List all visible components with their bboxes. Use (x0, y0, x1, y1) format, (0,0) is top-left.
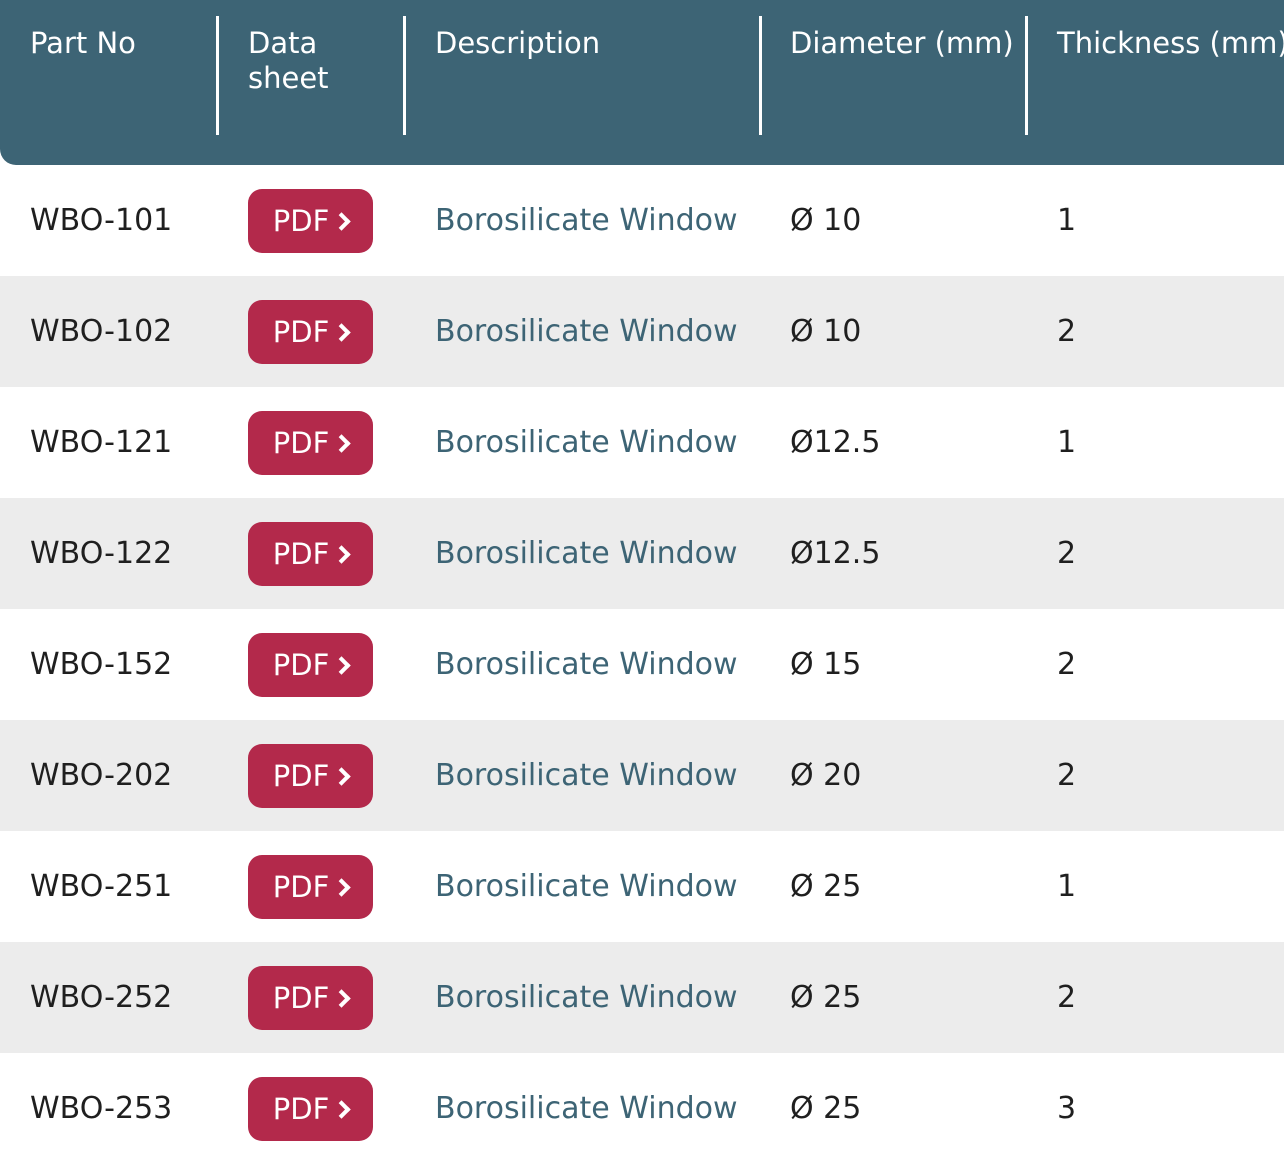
thickness-value: 2 (1057, 758, 1077, 793)
part-number: WBO-202 (30, 758, 173, 793)
header-divider (1025, 16, 1028, 135)
pdf-button-label: PDF (272, 980, 330, 1015)
data-sheet-cell: PDF (248, 276, 373, 387)
thickness-value: 2 (1057, 314, 1077, 349)
table-row: WBO-251 PDF Borosilicate Window Ø 25 1 (0, 831, 1284, 942)
pdf-button-label: PDF (272, 869, 330, 904)
pdf-datasheet-button[interactable]: PDF (248, 521, 373, 586)
diameter-value: Ø 25 (790, 1091, 862, 1126)
table-row: WBO-253 PDF Borosilicate Window Ø 25 3 (0, 1053, 1284, 1164)
thickness-value: 1 (1057, 203, 1077, 238)
thickness-value: 1 (1057, 869, 1077, 904)
table-row: WBO-121 PDF Borosilicate Window Ø12.5 1 (0, 387, 1284, 498)
data-sheet-cell: PDF (248, 387, 373, 498)
part-number: WBO-121 (30, 425, 173, 460)
diameter-value: Ø 10 (790, 203, 862, 238)
description-link[interactable]: Borosilicate Window (435, 1053, 738, 1164)
chevron-right-icon (332, 544, 351, 564)
thickness-value: 2 (1057, 536, 1077, 571)
diameter-value: Ø12.5 (790, 425, 881, 460)
diameter-value: Ø 25 (790, 869, 862, 904)
pdf-button-label: PDF (272, 1091, 330, 1126)
pdf-datasheet-button[interactable]: PDF (248, 1076, 373, 1141)
chevron-right-icon (332, 322, 351, 342)
pdf-button-label: PDF (272, 647, 330, 682)
data-sheet-cell: PDF (248, 165, 373, 276)
chevron-right-icon (332, 1099, 351, 1119)
pdf-datasheet-button[interactable]: PDF (248, 965, 373, 1030)
chevron-right-icon (332, 766, 351, 786)
diameter-value: Ø 15 (790, 647, 862, 682)
pdf-datasheet-button[interactable]: PDF (248, 632, 373, 697)
pdf-datasheet-button[interactable]: PDF (248, 743, 373, 808)
pdf-datasheet-button[interactable]: PDF (248, 854, 373, 919)
pdf-button-label: PDF (272, 425, 330, 460)
table-header: Part No Data sheet Description Diameter … (0, 0, 1284, 165)
description-link[interactable]: Borosilicate Window (435, 831, 738, 942)
header-diameter: Diameter (mm) (790, 26, 1014, 60)
thickness-value: 2 (1057, 980, 1077, 1015)
header-divider (216, 16, 219, 135)
chevron-right-icon (332, 433, 351, 453)
table-row: WBO-202 PDF Borosilicate Window Ø 20 2 (0, 720, 1284, 831)
thickness-value: 1 (1057, 425, 1077, 460)
header-part-no: Part No (30, 26, 136, 60)
part-number: WBO-101 (30, 203, 173, 238)
pdf-button-label: PDF (272, 758, 330, 793)
header-thickness: Thickness (mm) (1057, 26, 1284, 60)
pdf-datasheet-button[interactable]: PDF (248, 188, 373, 253)
table-row: WBO-122 PDF Borosilicate Window Ø12.5 2 (0, 498, 1284, 609)
thickness-value: 2 (1057, 647, 1077, 682)
header-description: Description (435, 26, 601, 60)
description-link[interactable]: Borosilicate Window (435, 165, 738, 276)
thickness-value: 3 (1057, 1091, 1077, 1126)
data-sheet-cell: PDF (248, 1053, 373, 1164)
part-number: WBO-152 (30, 647, 173, 682)
data-sheet-cell: PDF (248, 831, 373, 942)
table-row: WBO-101 PDF Borosilicate Window Ø 10 1 (0, 165, 1284, 276)
part-number: WBO-252 (30, 980, 173, 1015)
header-data-sheet: Data sheet (248, 26, 329, 95)
table-body: WBO-101 PDF Borosilicate Window Ø 10 1 WBO-10… (0, 165, 1284, 1164)
pdf-datasheet-button[interactable]: PDF (248, 299, 373, 364)
diameter-value: Ø 25 (790, 980, 862, 1015)
data-sheet-cell: PDF (248, 720, 373, 831)
chevron-right-icon (332, 877, 351, 897)
chevron-right-icon (332, 211, 351, 231)
chevron-right-icon (332, 655, 351, 675)
description-link[interactable]: Borosilicate Window (435, 609, 738, 720)
data-sheet-cell: PDF (248, 609, 373, 720)
description-link[interactable]: Borosilicate Window (435, 720, 738, 831)
part-number: WBO-253 (30, 1091, 173, 1126)
part-number: WBO-102 (30, 314, 173, 349)
header-divider (759, 16, 762, 135)
description-link[interactable]: Borosilicate Window (435, 387, 738, 498)
pdf-datasheet-button[interactable]: PDF (248, 410, 373, 475)
diameter-value: Ø12.5 (790, 536, 881, 571)
header-divider (403, 16, 406, 135)
part-number: WBO-251 (30, 869, 173, 904)
description-link[interactable]: Borosilicate Window (435, 942, 738, 1053)
table-row: WBO-252 PDF Borosilicate Window Ø 25 2 (0, 942, 1284, 1053)
diameter-value: Ø 10 (790, 314, 862, 349)
table-row: WBO-102 PDF Borosilicate Window Ø 10 2 (0, 276, 1284, 387)
diameter-value: Ø 20 (790, 758, 862, 793)
pdf-button-label: PDF (272, 203, 330, 238)
pdf-button-label: PDF (272, 536, 330, 571)
data-sheet-cell: PDF (248, 942, 373, 1053)
data-sheet-cell: PDF (248, 498, 373, 609)
description-link[interactable]: Borosilicate Window (435, 276, 738, 387)
table-row: WBO-152 PDF Borosilicate Window Ø 15 2 (0, 609, 1284, 720)
part-number: WBO-122 (30, 536, 173, 571)
description-link[interactable]: Borosilicate Window (435, 498, 738, 609)
chevron-right-icon (332, 988, 351, 1008)
pdf-button-label: PDF (272, 314, 330, 349)
